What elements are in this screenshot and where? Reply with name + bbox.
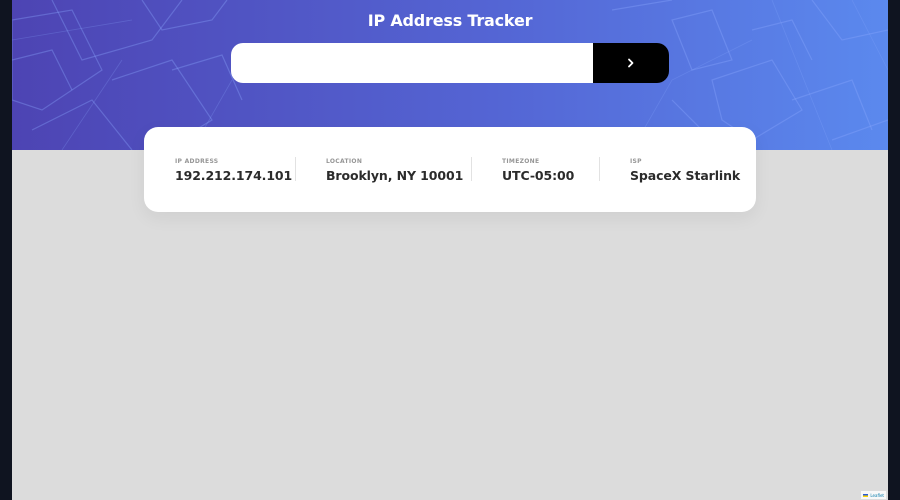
- info-ip-address: IP ADDRESS 192.212.174.101: [175, 158, 292, 183]
- page-title: IP Address Tracker: [367, 11, 533, 30]
- isp-label: ISP: [630, 158, 642, 165]
- search-submit-button[interactable]: [593, 43, 669, 83]
- location-value: Brooklyn, NY 10001: [326, 168, 464, 183]
- attribution-link[interactable]: Leaflet: [870, 493, 884, 498]
- divider: [295, 157, 296, 181]
- ip-address-label: IP ADDRESS: [175, 158, 219, 165]
- isp-value: SpaceX Starlink: [630, 168, 741, 183]
- app-viewport: IP Address Tracker Leaflet IP ADDRESS 19…: [12, 0, 888, 500]
- chevron-right-icon: [628, 58, 634, 68]
- timezone-label: TIMEZONE: [502, 158, 540, 165]
- divider: [599, 157, 600, 181]
- info-isp: ISP SpaceX Starlink: [630, 158, 740, 183]
- location-label: LOCATION: [326, 158, 363, 165]
- timezone-value: UTC-05:00: [502, 168, 575, 183]
- ip-info-card: IP ADDRESS 192.212.174.101 LOCATION Broo…: [144, 127, 756, 212]
- divider: [471, 157, 472, 181]
- ukraine-flag-icon: [863, 493, 869, 497]
- ip-search-form: [231, 43, 669, 83]
- map-attribution[interactable]: Leaflet: [861, 491, 886, 499]
- ip-address-value: 192.212.174.101: [175, 168, 293, 183]
- ip-search-input[interactable]: [231, 43, 593, 83]
- info-timezone: TIMEZONE UTC-05:00: [502, 158, 574, 183]
- info-location: LOCATION Brooklyn, NY 10001: [326, 158, 463, 183]
